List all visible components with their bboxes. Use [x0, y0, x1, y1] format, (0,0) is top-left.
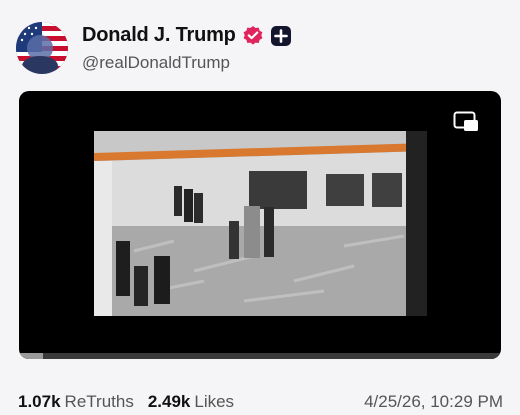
- avatar[interactable]: [16, 22, 68, 74]
- post-timestamp[interactable]: 4/25/26, 10:29 PM: [364, 392, 503, 412]
- likes-stat[interactable]: 2.49k Likes: [148, 392, 234, 412]
- retruths-count: 1.07k: [18, 392, 61, 411]
- plus-badge-icon: [270, 25, 292, 47]
- likes-count: 2.49k: [147, 392, 191, 411]
- video-frame: [94, 131, 427, 316]
- verified-badge-icon: [242, 25, 264, 47]
- author-row: Donald J. Trump: [82, 24, 292, 47]
- author-name[interactable]: Donald J. Trump: [82, 24, 236, 47]
- likes-label: Likes: [194, 392, 235, 411]
- video-player[interactable]: [19, 91, 501, 359]
- retruths-stat[interactable]: 1.07k ReTruths: [18, 392, 134, 412]
- post-stats: 1.07k ReTruths 2.49k Likes 4/25/26, 10:29 …: [18, 390, 503, 414]
- video-progress-bar[interactable]: [19, 353, 501, 359]
- video-progress-fill: [19, 353, 44, 359]
- post-header: Donald J. Trump @realDonaldTrump: [16, 18, 506, 78]
- retruths-label: ReTruths: [64, 392, 134, 411]
- author-handle[interactable]: @realDonaldTrump: [82, 53, 230, 73]
- picture-in-picture-icon[interactable]: [453, 111, 479, 133]
